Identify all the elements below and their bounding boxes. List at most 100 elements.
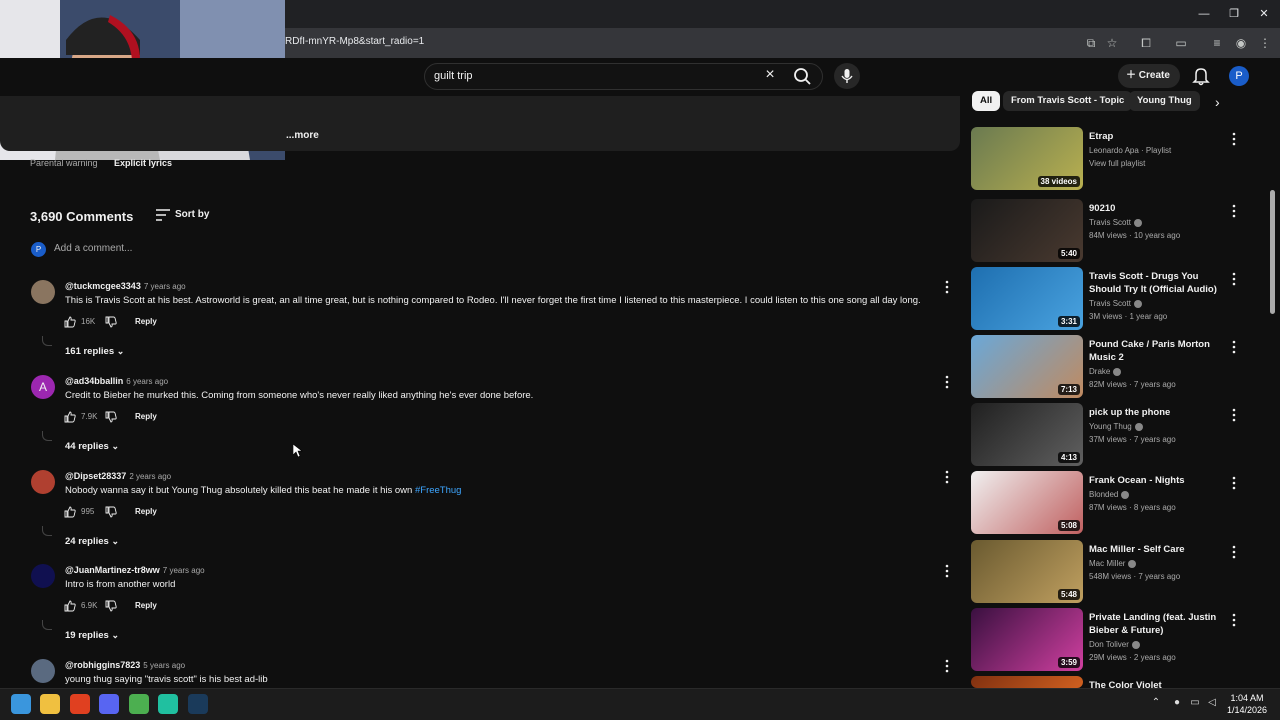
reply-button[interactable]: Reply: [135, 412, 157, 421]
channel-name[interactable]: Drake: [1089, 367, 1110, 376]
video-title[interactable]: Frank Ocean - Nights: [1089, 474, 1224, 487]
video-thumbnail[interactable]: 7:13: [971, 335, 1083, 398]
sort-icon[interactable]: [155, 208, 171, 222]
video-channel[interactable]: Leonardo Apa · Playlist: [1089, 144, 1171, 157]
video-channel[interactable]: Blonded: [1089, 488, 1130, 501]
commenter-avatar[interactable]: A: [31, 375, 55, 399]
comment-time[interactable]: 2 years ago: [129, 472, 171, 481]
comment-time[interactable]: 7 years ago: [163, 566, 205, 575]
like-icon[interactable]: [64, 410, 76, 423]
chip-young-thug[interactable]: Young Thug: [1129, 91, 1200, 111]
video-channel[interactable]: Don Toliver: [1089, 638, 1140, 651]
clear-search-icon[interactable]: ×: [762, 66, 778, 86]
replies-count[interactable]: 19 replies: [65, 630, 109, 641]
comment-more-icon[interactable]: [942, 280, 952, 294]
commenter-avatar[interactable]: [31, 280, 55, 304]
create-button[interactable]: ＋ Create: [1118, 64, 1180, 88]
video-title[interactable]: 90210: [1089, 202, 1224, 215]
video-channel[interactable]: Travis Scott: [1089, 297, 1142, 310]
commenter-avatar[interactable]: [31, 470, 55, 494]
like-icon[interactable]: [64, 599, 76, 612]
dislike-icon[interactable]: [105, 315, 117, 328]
comment-author[interactable]: @tuckmcgee3343 7 years ago: [65, 281, 186, 291]
channel-name[interactable]: Young Thug: [1089, 422, 1132, 431]
comment-author-name[interactable]: @Dipset28337: [65, 471, 126, 481]
comment-time[interactable]: 5 years ago: [143, 661, 185, 670]
comment-more-icon[interactable]: [942, 470, 952, 484]
view-replies-button[interactable]: 161 replies ⌄: [65, 346, 124, 357]
like-icon[interactable]: [64, 505, 76, 518]
video-more-icon[interactable]: [1229, 613, 1239, 627]
video-thumbnail[interactable]: 4:13: [971, 403, 1083, 466]
dislike-icon[interactable]: [105, 599, 117, 612]
scrollbar-thumb[interactable]: [1270, 190, 1275, 314]
commenter-avatar[interactable]: [31, 564, 55, 588]
description-box[interactable]: [0, 96, 960, 151]
comment-author-name[interactable]: @JuanMartinez-tr8ww: [65, 565, 160, 575]
video-channel[interactable]: Mac Miller: [1089, 557, 1137, 570]
minimize-icon[interactable]: —: [1196, 6, 1212, 22]
video-title[interactable]: Pound Cake / Paris Morton Music 2: [1089, 338, 1224, 364]
channel-name[interactable]: Mac Miller: [1089, 559, 1125, 568]
commenter-avatar[interactable]: [31, 659, 55, 683]
video-thumbnail[interactable]: 3:31: [971, 267, 1083, 330]
profile-icon[interactable]: ◉: [1232, 34, 1250, 52]
video-title[interactable]: Private Landing (feat. Justin Bieber & F…: [1089, 611, 1224, 637]
video-channel[interactable]: Drake: [1089, 365, 1122, 378]
video-title[interactable]: Mac Miller - Self Care: [1089, 543, 1224, 556]
clock-time[interactable]: 1:04 AM: [1222, 693, 1272, 703]
sort-by-button[interactable]: Sort by: [175, 209, 209, 220]
notifications-button[interactable]: [1192, 66, 1210, 86]
video-thumbnail[interactable]: 38 videos: [971, 127, 1083, 190]
extensions-icon[interactable]: ⧠: [1137, 34, 1155, 52]
clock-date[interactable]: 1/14/2026: [1222, 705, 1272, 715]
network-icon[interactable]: ▭: [1189, 697, 1201, 709]
video-more-icon[interactable]: [1229, 545, 1239, 559]
dislike-icon[interactable]: [105, 410, 117, 423]
channel-name[interactable]: Blonded: [1089, 490, 1118, 499]
comment-time[interactable]: 6 years ago: [126, 377, 168, 386]
restore-icon[interactable]: ❐: [1226, 6, 1242, 22]
replies-count[interactable]: 44 replies: [65, 441, 109, 452]
view-replies-button[interactable]: 24 replies ⌄: [65, 536, 119, 547]
bookmark-star-icon[interactable]: ☆: [1103, 34, 1121, 52]
video-more-icon[interactable]: [1229, 340, 1239, 354]
comment-more-icon[interactable]: [942, 375, 952, 389]
chrome-menu-icon[interactable]: ⋮: [1256, 34, 1274, 52]
channel-name[interactable]: Don Toliver: [1089, 640, 1129, 649]
video-more-icon[interactable]: [1229, 132, 1239, 146]
chip-from-travis-scott[interactable]: From Travis Scott - Topic: [1003, 91, 1133, 111]
comment-author[interactable]: @ad34bballin 6 years ago: [65, 376, 168, 386]
video-channel[interactable]: Travis Scott: [1089, 216, 1142, 229]
install-app-icon[interactable]: ⧉: [1082, 34, 1100, 52]
cast-icon[interactable]: ▭: [1172, 34, 1190, 52]
show-more-link[interactable]: ...more: [286, 130, 319, 141]
windows-start-icon[interactable]: [11, 694, 31, 714]
chevron-right-icon[interactable]: ›: [1215, 94, 1231, 110]
channel-name[interactable]: Travis Scott: [1089, 218, 1131, 227]
video-more-icon[interactable]: [1229, 476, 1239, 490]
video-more-icon[interactable]: [1229, 408, 1239, 422]
voice-search-button[interactable]: [834, 63, 860, 89]
video-more-icon[interactable]: [1229, 272, 1239, 286]
app-icon[interactable]: [158, 694, 178, 714]
file-explorer-icon[interactable]: [40, 694, 60, 714]
tray-overflow-icon[interactable]: ⌃: [1150, 697, 1162, 709]
video-thumbnail[interactable]: 3:59: [971, 608, 1083, 671]
comment-time[interactable]: 7 years ago: [144, 282, 186, 291]
hashtag-link[interactable]: #FreeThug: [415, 485, 461, 496]
video-title[interactable]: pick up the phone: [1089, 406, 1224, 419]
comment-author[interactable]: @Dipset28337 2 years ago: [65, 471, 171, 481]
view-replies-button[interactable]: 44 replies ⌄: [65, 441, 119, 452]
replies-count[interactable]: 161 replies: [65, 346, 114, 357]
video-more-icon[interactable]: [1229, 204, 1239, 218]
video-title[interactable]: Etrap: [1089, 130, 1224, 143]
discord-icon[interactable]: [99, 694, 119, 714]
account-avatar[interactable]: P: [1229, 66, 1249, 86]
video-channel[interactable]: Young Thug: [1089, 420, 1143, 433]
comment-author[interactable]: @robhiggins7823 5 years ago: [65, 660, 185, 670]
like-icon[interactable]: [64, 315, 76, 328]
comment-author-name[interactable]: @ad34bballin: [65, 376, 123, 386]
channel-name[interactable]: Leonardo Apa · Playlist: [1089, 146, 1171, 155]
video-thumbnail[interactable]: 5:40: [971, 199, 1083, 262]
